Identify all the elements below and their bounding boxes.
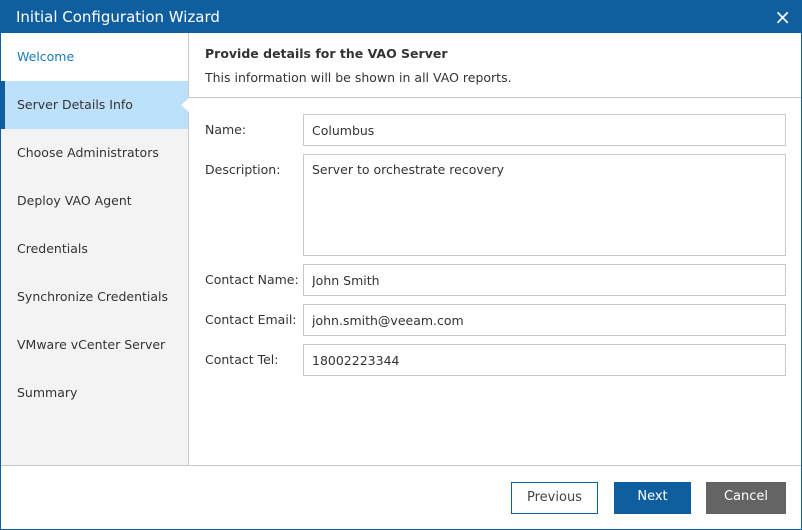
cancel-button[interactable]: Cancel <box>706 482 786 514</box>
step-subtitle: This information will be shown in all VA… <box>205 70 512 85</box>
step-vmware-vcenter-server[interactable]: VMware vCenter Server <box>1 321 188 369</box>
title-bar: Initial Configuration Wizard <box>1 1 801 33</box>
description-label: Description: <box>205 162 281 177</box>
close-icon[interactable]: × <box>774 1 791 33</box>
step-header: Provide details for the VAO Server This … <box>189 33 801 98</box>
previous-button[interactable]: Previous <box>511 482 598 514</box>
step-welcome[interactable]: Welcome <box>1 33 188 81</box>
name-input[interactable] <box>303 114 786 146</box>
contact-tel-input[interactable] <box>303 344 786 376</box>
contact-email-input[interactable] <box>303 304 786 336</box>
next-button[interactable]: Next <box>614 482 691 514</box>
contact-name-input[interactable] <box>303 264 786 296</box>
wizard-steps-sidebar: Welcome Server Details Info Choose Admin… <box>1 33 189 465</box>
step-choose-administrators[interactable]: Choose Administrators <box>1 129 188 177</box>
step-credentials[interactable]: Credentials <box>1 225 188 273</box>
description-input[interactable]: Server to orchestrate recovery <box>303 154 786 256</box>
footer-divider <box>1 465 801 466</box>
contact-tel-label: Contact Tel: <box>205 352 279 367</box>
contact-email-label: Contact Email: <box>205 312 297 327</box>
step-server-details-info[interactable]: Server Details Info <box>1 81 189 129</box>
step-synchronize-credentials[interactable]: Synchronize Credentials <box>1 273 188 321</box>
wizard-window: Initial Configuration Wizard × Welcome S… <box>0 0 802 530</box>
contact-name-label: Contact Name: <box>205 272 299 287</box>
step-title: Provide details for the VAO Server <box>205 46 448 61</box>
step-deploy-vao-agent[interactable]: Deploy VAO Agent <box>1 177 188 225</box>
window-title: Initial Configuration Wizard <box>16 8 220 26</box>
step-summary[interactable]: Summary <box>1 369 188 417</box>
name-label: Name: <box>205 122 247 137</box>
